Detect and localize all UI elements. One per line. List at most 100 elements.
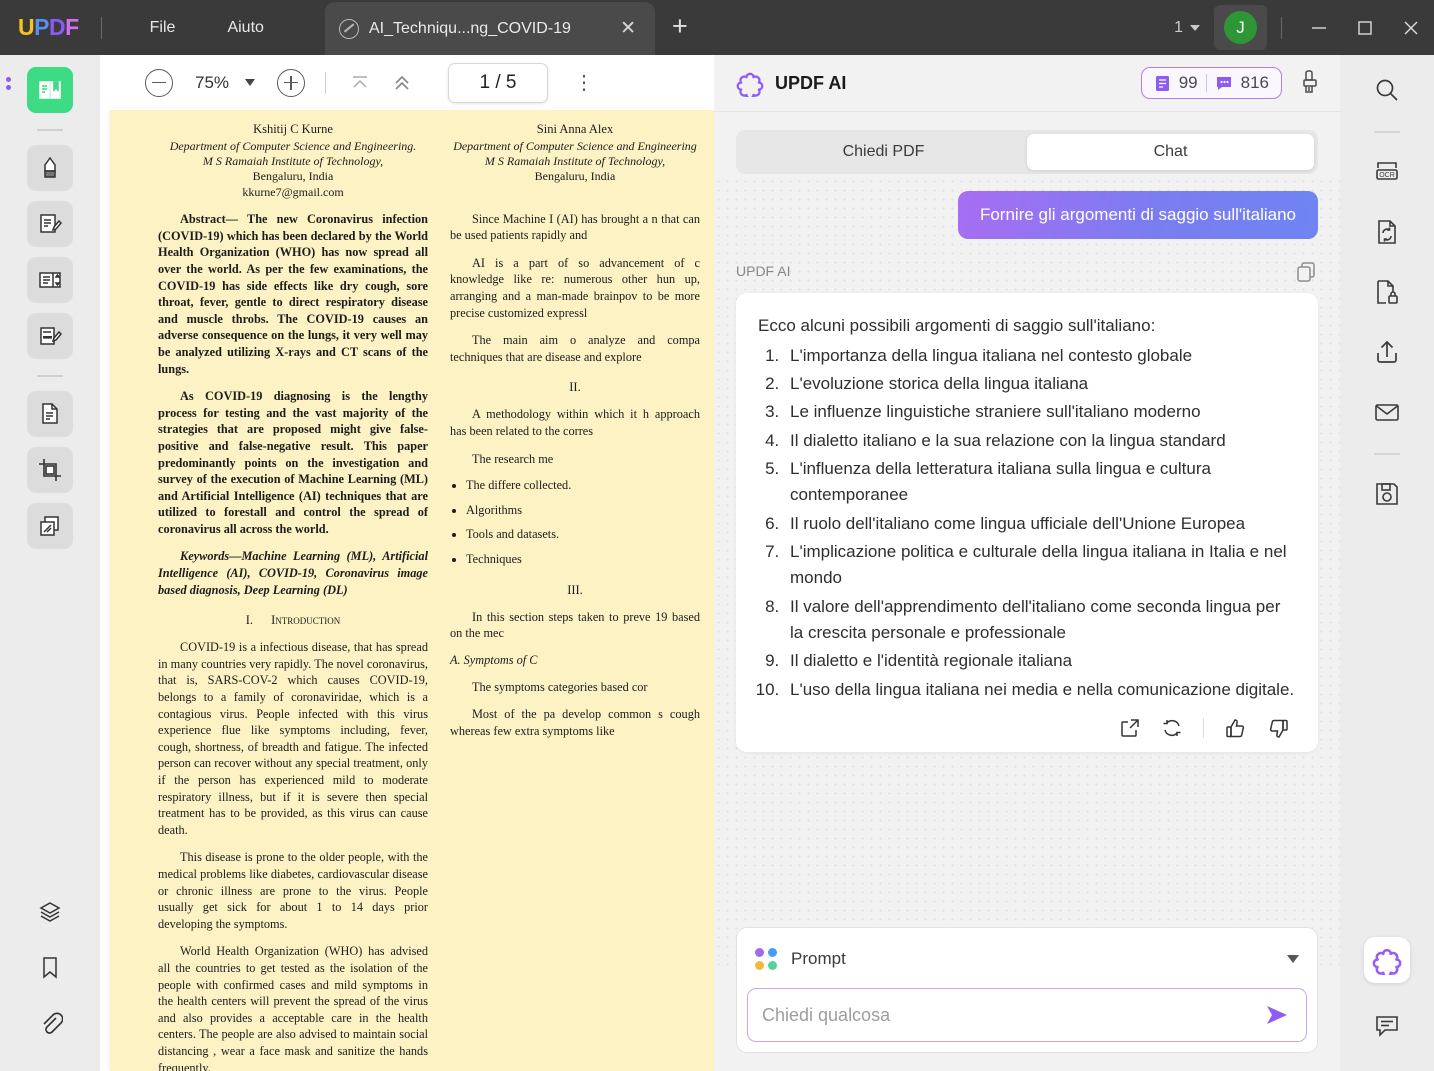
menu-file[interactable]: File [124, 13, 202, 43]
titlebar-divider-2 [1281, 16, 1282, 39]
pdf-section-2-numeral: II. [569, 380, 581, 395]
search-icon[interactable] [1364, 67, 1410, 113]
window-count-label: 1 [1174, 18, 1183, 36]
document-tab[interactable]: AI_Techniqu...ng_COVID-19 ✕ [325, 2, 655, 55]
chat-input-row[interactable] [747, 988, 1307, 1042]
panel-drag-handle[interactable] [6, 77, 16, 90]
message-credits-count: 816 [1240, 73, 1269, 92]
maximize-button[interactable] [1342, 0, 1388, 55]
pdf-intro-p2: This disease is prone to the older peopl… [158, 850, 428, 931]
pdf-page-1: nal Conference for Advancement in Techno… [110, 110, 714, 1071]
tab-chat[interactable]: Chat [1027, 134, 1314, 170]
logo-letter-f: F [65, 14, 79, 40]
list-item: Tools and datasets. [466, 526, 700, 543]
window-count-dropdown[interactable]: 1 [1174, 19, 1200, 37]
zoom-out-icon[interactable] [145, 68, 173, 97]
four-dots-icon [755, 948, 777, 970]
zoom-dropdown-icon[interactable] [245, 79, 256, 86]
rail-divider-2 [37, 375, 63, 377]
sidebar-item-reader-mode[interactable] [27, 67, 73, 113]
sidebar-item-organize-pages[interactable] [27, 391, 73, 437]
list-item: The differe collected. [466, 477, 700, 494]
document-lock-icon[interactable] [1364, 269, 1410, 315]
ocr-icon[interactable]: OCR [1364, 149, 1410, 195]
logo-letter-p: P [34, 14, 49, 40]
prompt-label: Prompt [791, 949, 846, 968]
sidebar-item-highlight[interactable] [27, 145, 73, 191]
credits-badge[interactable]: 99 816 [1140, 67, 1282, 99]
sidebar-item-edit-pdf[interactable] [27, 201, 73, 247]
chat-scroll-area[interactable]: Fornire gli argomenti di saggio sull'ita… [714, 177, 1340, 967]
author-dept-2: Department of Computer Science and Engin… [453, 139, 697, 153]
zoom-level-label: 75% [195, 72, 230, 92]
sidebar-item-crop[interactable] [27, 447, 73, 493]
list-item: Il valore dell'apprendimento dell'italia… [784, 594, 1296, 647]
comment-icon[interactable] [1364, 1003, 1410, 1049]
close-button[interactable] [1388, 0, 1434, 55]
pdf-viewer[interactable]: nal Conference for Advancement in Techno… [100, 110, 714, 1071]
titlebar-right-controls: 1 J [1174, 0, 1434, 55]
refresh-icon[interactable] [1161, 717, 1183, 739]
sidebar-item-form-fields[interactable] [27, 257, 73, 303]
prompt-selector[interactable]: Prompt [747, 938, 1307, 980]
list-item: Il ruolo dell'italiano come lingua uffic… [784, 511, 1296, 537]
prompt-box: Prompt [736, 927, 1318, 1053]
document-slash-icon [339, 18, 359, 39]
author-name-1: Kshitij C Kurne [253, 122, 333, 136]
credits-divider [1205, 74, 1207, 92]
toolbar-overflow-icon[interactable]: ⋮ [574, 70, 596, 95]
close-icon[interactable]: ✕ [615, 17, 641, 40]
author-city-2: Bengaluru, India [534, 169, 616, 183]
brush-clear-icon[interactable] [1298, 70, 1322, 96]
pdf-column-left: Kshitij C Kurne Department of Computer S… [158, 122, 428, 1071]
author-name-2: Sini Anna Alex [536, 122, 614, 136]
floppy-save-icon[interactable] [1364, 471, 1410, 517]
thumbs-down-icon[interactable] [1267, 717, 1290, 740]
send-icon[interactable] [1252, 1002, 1292, 1028]
envelope-icon[interactable] [1364, 389, 1410, 435]
assistant-label: UPDF AI [736, 263, 791, 279]
list-item: Le influenze linguistiche straniere sull… [784, 399, 1296, 425]
sidebar-item-bookmarks[interactable] [27, 945, 73, 991]
sidebar-item-batch[interactable] [27, 503, 73, 549]
share-upload-icon[interactable] [1364, 329, 1410, 375]
prev-page-icon[interactable] [388, 69, 416, 97]
minimize-button[interactable] [1296, 0, 1342, 55]
pdf-section-1-numeral: I. [245, 613, 254, 628]
pdf-subheading-a: A. Symptoms of C [450, 652, 538, 667]
rail-divider [37, 129, 63, 131]
pdf-intro-p1: COVID-19 is a infectious disease, that h… [158, 640, 428, 837]
assistant-intro: Ecco alcuni possibili argomenti di saggi… [758, 316, 1156, 335]
actions-divider [1203, 718, 1204, 739]
pdf-keywords: Keywords—Machine Learning (ML), Artifici… [158, 549, 428, 597]
convert-document-icon[interactable] [1364, 209, 1410, 255]
sidebar-item-attachments[interactable] [27, 1001, 73, 1047]
list-item: L'importanza della lingua italiana nel c… [784, 343, 1296, 369]
assistant-label-row: UPDF AI [736, 239, 1318, 283]
sidebar-item-annotate[interactable] [27, 313, 73, 359]
sidebar-item-layers[interactable] [27, 889, 73, 935]
zoom-in-icon[interactable] [277, 68, 306, 97]
list-item: L'influenza della letteratura italiana s… [784, 456, 1296, 509]
plus-icon[interactable]: + [672, 12, 688, 40]
copy-icon[interactable] [1294, 259, 1318, 283]
chevron-down-icon [1190, 24, 1200, 31]
titlebar-divider [100, 16, 102, 39]
page-indicator[interactable]: 1 / 5 [448, 62, 549, 103]
ai-panel-header: UPDF AI 99 816 [714, 55, 1340, 112]
menu-aiuto[interactable]: Aiuto [201, 13, 289, 43]
thumbs-up-icon[interactable] [1224, 717, 1247, 740]
account-button[interactable]: J [1214, 5, 1267, 50]
chat-input[interactable] [762, 1004, 1252, 1026]
assistant-message-actions [758, 717, 1296, 740]
right-toolbar: OCR [1340, 55, 1434, 1071]
tab-chiedi-pdf[interactable]: Chiedi PDF [740, 134, 1027, 170]
svg-text:OCR: OCR [1379, 172, 1395, 179]
external-link-icon[interactable] [1119, 717, 1141, 739]
pdf-right-bullets: The differe collected. Algorithms Tools … [450, 477, 700, 567]
list-item: Il dialetto italiano e la sua relazione … [784, 428, 1296, 454]
ai-panel: UPDF AI 99 816 Chiedi PDF Chat Fornire g… [714, 55, 1340, 1071]
pdf-right-p6: In this section steps taken to preve 19 … [450, 609, 700, 641]
first-page-icon[interactable] [346, 69, 374, 97]
updf-ai-flower-icon[interactable] [1364, 937, 1410, 983]
